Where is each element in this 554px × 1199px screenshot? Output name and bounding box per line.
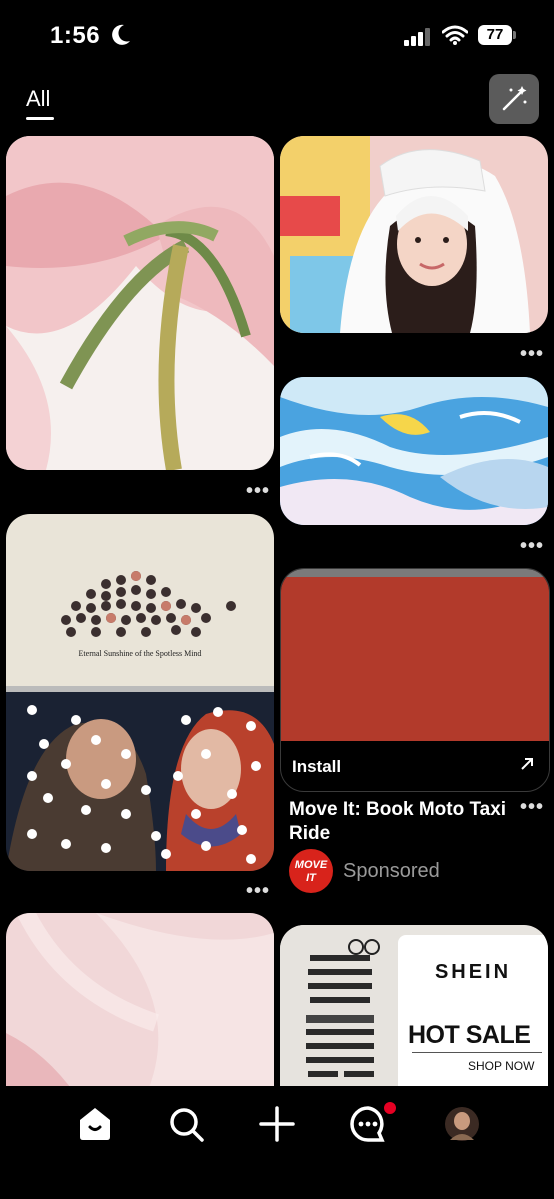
bottom-nav [0,1086,554,1199]
tab-all[interactable]: All [26,86,50,112]
nav-profile[interactable] [440,1102,484,1146]
girl-photo-artwork [280,136,548,333]
pin-image-eternal-sunshine[interactable]: Eternal Sunshine of the Spotless Mind [6,514,274,871]
ad-top-strip [281,569,549,577]
cellular-signal-icon [404,28,430,46]
more-options-button[interactable]: ••• [246,881,270,901]
petal-artwork [6,913,274,1095]
shein-ad-panel: SHEIN HOT SALE SHOP NOW [398,935,548,1095]
battery-tip [513,31,516,39]
magic-wand-icon [502,86,527,111]
nav-home[interactable] [73,1102,117,1146]
hot-sale-text: HOT SALE [408,1021,531,1049]
home-icon [80,1108,110,1140]
wifi-icon [442,25,468,45]
pin-image-girl[interactable] [280,136,548,333]
magic-wand-button[interactable] [489,74,539,124]
pin-image-shein[interactable]: SHEIN HOT SALE SHOP NOW [280,925,548,1095]
clothing-photo [280,925,410,1095]
more-options-button[interactable]: ••• [520,797,544,817]
sponsored-label: Sponsored [343,860,440,882]
more-options-button[interactable]: ••• [246,481,270,501]
advertiser-logo-text: MOVE IT [294,859,328,884]
shop-now-text: SHOP NOW [468,1059,535,1073]
ad-image[interactable] [281,577,549,741]
moon-icon [112,24,130,45]
more-options-button[interactable]: ••• [520,536,544,556]
poster-caption: Eternal Sunshine of the Spotless Mind [79,649,202,658]
pin-image-pink-petal[interactable] [6,913,274,1095]
plus-icon [259,1106,295,1142]
ad-title[interactable]: Move It: Book Moto Taxi Ride [289,798,509,846]
nav-messages[interactable] [346,1100,398,1146]
profile-avatar [445,1107,479,1141]
nav-search[interactable] [164,1102,208,1146]
pin-image-water[interactable] [280,377,548,525]
more-options-button[interactable]: ••• [520,344,544,364]
install-label[interactable]: Install [292,757,341,777]
advertiser-logo[interactable]: MOVE IT [289,849,333,893]
shein-logo: SHEIN [434,961,512,983]
nav-create[interactable] [255,1102,299,1146]
notification-dot [382,1100,398,1116]
tab-active-underline [26,117,54,120]
ad-card[interactable]: Install [280,568,550,792]
search-icon [170,1108,204,1142]
status-time: 1:56 [50,22,101,49]
divider [412,1052,542,1053]
external-arrow-icon [521,758,533,770]
install-bar[interactable]: Install [281,741,549,791]
pin-image-rose[interactable] [6,136,274,470]
battery-indicator: 77 [478,25,512,45]
water-artwork [280,377,548,525]
rose-artwork [6,136,274,470]
movie-poster-artwork: Eternal Sunshine of the Spotless Mind [6,514,274,871]
